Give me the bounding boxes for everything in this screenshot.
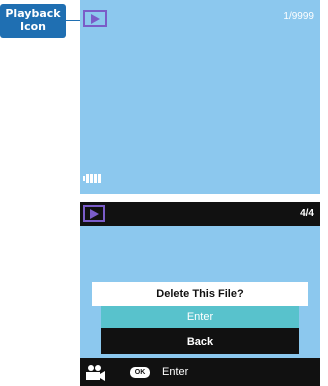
dialog-options: Enter Back — [101, 306, 299, 354]
play-icon — [83, 10, 107, 27]
battery-icon — [83, 174, 103, 183]
callout-line-1: Playback — [5, 7, 61, 20]
playback-screen-bottom: 4/4 Delete This File? Enter Back OK Ente… — [80, 202, 320, 386]
enter-hint-label: Enter — [162, 366, 189, 378]
play-triangle — [91, 14, 100, 24]
file-counter: 4/4 — [300, 208, 314, 219]
ok-button-icon: OK — [130, 367, 150, 378]
back-option[interactable]: Back — [101, 330, 299, 354]
delete-dialog: Delete This File? Enter Back — [92, 282, 308, 354]
callout-line-2: Icon — [19, 20, 46, 33]
movie-camera-icon — [86, 365, 105, 381]
playback-screen-top: 1/9999 — [80, 0, 320, 194]
top-status-bar: 4/4 — [80, 202, 320, 226]
file-counter: 1/9999 — [283, 11, 314, 22]
bottom-hint-bar: OK Enter — [80, 358, 320, 386]
play-triangle — [90, 209, 99, 219]
playback-icon-callout: Playback Icon — [0, 4, 66, 38]
enter-option[interactable]: Enter — [101, 306, 299, 328]
play-icon — [83, 205, 105, 222]
dialog-title: Delete This File? — [92, 282, 308, 306]
